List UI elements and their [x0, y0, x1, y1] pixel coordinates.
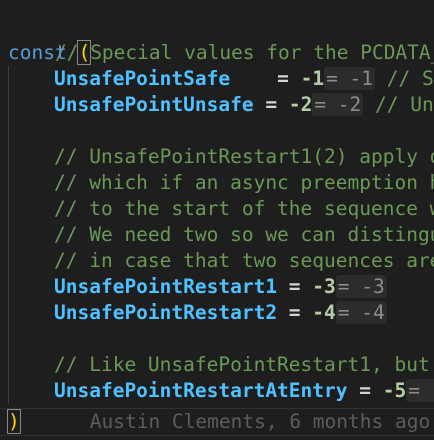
code-line	[8, 118, 54, 144]
assign-operator: =	[253, 93, 289, 116]
close-paren-match: )	[7, 409, 21, 434]
code-line: const (	[8, 40, 92, 66]
inlay-hint: = -1	[324, 67, 376, 90]
code-line: UnsafePointSafe = -1= -1 // Safe to pree…	[8, 66, 434, 92]
git-blame-annotation[interactable]: Austin Clements, 6 months ago	[90, 410, 430, 433]
constant-name: UnsafePointSafe	[54, 67, 231, 90]
inlay-hint: = -3	[335, 275, 387, 298]
code-line: UnsafePointRestart2 = -4 = -4	[8, 300, 387, 326]
constant-value: -3	[312, 275, 336, 298]
open-paren-match: (	[77, 40, 92, 65]
assign-operator: =	[265, 67, 301, 90]
constant-value: -5	[382, 379, 407, 402]
indent-guide	[8, 118, 54, 144]
comment: // in case that two sequences are next t…	[54, 249, 434, 272]
comment: // We need two so we can distinguish the…	[54, 223, 434, 246]
code-line: // Special values for the PCDATA_UnsafeP…	[8, 14, 434, 64]
indent-guide	[8, 144, 54, 170]
indent-guide	[8, 248, 54, 274]
comment: // UnsafePointRestart1(2) apply on a seq…	[54, 145, 434, 168]
constant-name: UnsafePointRestartAtEntry	[54, 379, 348, 402]
constant-value: -2	[288, 93, 313, 116]
code-line	[8, 326, 54, 352]
constant-value: -1	[300, 67, 325, 90]
constant-name: UnsafePointRestart1	[54, 275, 278, 298]
indent-guide	[8, 196, 54, 222]
comment: // which if an async preemption happens,…	[54, 171, 434, 194]
code-line: // Like UnsafePointRestart1, but back to…	[8, 352, 434, 378]
assign-operator: =	[347, 379, 383, 402]
code-line: UnsafePointRestartAtEntry = -5= -5	[8, 378, 434, 404]
indent-guide	[8, 352, 54, 378]
code-line: // in case that two sequences are next t…	[8, 248, 434, 274]
indent-guide	[8, 170, 54, 196]
constant-name: UnsafePointUnsafe	[54, 93, 254, 116]
inlay-hint: = -5	[406, 379, 434, 402]
constant-name: UnsafePointRestart2	[54, 301, 278, 324]
code-line: // to the start of the sequence when res…	[8, 196, 434, 222]
code-line: // which if an async preemption happens,…	[8, 170, 434, 196]
indent-guide	[8, 378, 54, 404]
code-line[interactable]: ) Austin Clements, 6 months ago	[7, 409, 430, 435]
indent-guide	[8, 300, 54, 326]
comment: // Special values for the PCDATA_UnsafeP…	[54, 41, 434, 64]
assign-operator: =	[277, 301, 313, 324]
indent-guide	[8, 222, 54, 248]
const-keyword: const	[8, 41, 67, 64]
code-editor[interactable]: // Special values for the PCDATA_UnsafeP…	[0, 0, 434, 440]
inlay-hint: = -4	[335, 301, 387, 324]
inlay-hint: = -2	[312, 93, 364, 116]
comment: // Like UnsafePointRestart1, but back to…	[54, 353, 430, 376]
constant-value: -4	[312, 301, 336, 324]
indent-guide	[8, 274, 54, 300]
comment: // Unsafe to preempt	[375, 93, 434, 116]
comment: // Safe to preempt	[386, 67, 434, 90]
code-line: UnsafePointUnsafe = -2= -2 // Unsafe to …	[8, 92, 434, 118]
assign-operator: =	[277, 275, 313, 298]
code-line: // We need two so we can distinguish the…	[8, 222, 434, 248]
code-line: UnsafePointRestart1 = -3 = -3	[8, 274, 387, 300]
indent-guide	[8, 66, 54, 92]
indent-guide	[8, 92, 54, 118]
comment: // to the start of the sequence when res…	[54, 197, 434, 220]
code-line: // UnsafePointRestart1(2) apply on a seq…	[8, 144, 434, 170]
indent-guide	[8, 326, 54, 352]
